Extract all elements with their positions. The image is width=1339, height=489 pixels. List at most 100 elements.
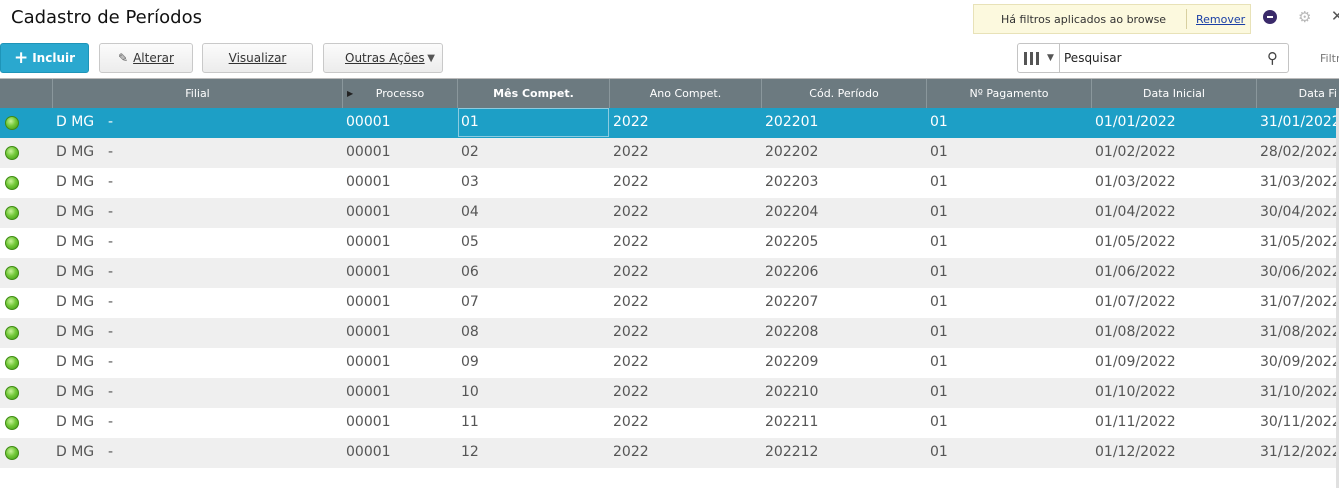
table-row[interactable]: D MG - 00001 10 2022 202210 01 01/10/2022 31/10/… [0,378,1339,408]
cell-filial: D MG [56,144,95,160]
cell-pagamento: 01 [930,324,948,340]
cell-sep: - [108,354,114,370]
status-dot-icon [5,446,19,460]
table-row[interactable]: D MG - 00001 05 2022 202205 01 01/05/2022 31/05/… [0,228,1339,258]
cell-cod: 202212 [765,444,819,460]
cell-pagamento: 01 [930,354,948,370]
header-n-pagamento[interactable]: Nº Pagamento [927,79,1092,108]
filter-label[interactable]: Filtr [1320,52,1339,65]
header-filial[interactable]: Filial [53,79,343,108]
cell-processo: 00001 [346,114,391,130]
close-icon[interactable]: ✕ [1331,7,1339,25]
header-mes-compet[interactable]: Mês Compet. [458,79,610,108]
sort-arrow-icon: ▶ [347,89,354,98]
cell-cod: 202205 [765,234,819,250]
cell-ano: 2022 [613,204,649,220]
cell-filial: D MG [56,174,95,190]
gear-icon[interactable]: ⚙ [1298,8,1311,26]
cell-cod: 202208 [765,324,819,340]
user-icon[interactable] [1263,10,1277,24]
cell-final: 31/10/2022 [1260,384,1339,400]
table-row[interactable]: D MG - 00001 08 2022 202208 01 01/08/2022 31/08/… [0,318,1339,348]
table-row[interactable]: D MG - 00001 11 2022 202211 01 01/11/2022 30/11/… [0,408,1339,438]
cell-processo: 00001 [346,414,391,430]
cell-mes: 09 [461,354,479,370]
status-dot-icon [5,296,19,310]
table-row[interactable]: D MG - 00001 03 2022 202203 01 01/03/2022 31/03/… [0,168,1339,198]
outras-acoes-button[interactable]: Outras Ações ▼ [323,43,443,73]
search-icon[interactable]: ⚲ [1267,49,1278,67]
cell-sep: - [108,234,114,250]
status-dot-icon [5,326,19,340]
cell-final: 31/12/2022 [1260,444,1339,460]
cell-mes: 05 [461,234,479,250]
cell-cod: 202204 [765,204,819,220]
chevron-down-icon: ▼ [427,53,435,64]
status-dot-icon [5,206,19,220]
cell-filial: D MG [56,294,95,310]
search-box: ▼ ⚲ [1017,43,1289,73]
cell-final: 31/03/2022 [1260,174,1339,190]
cell-inicial: 01/05/2022 [1095,234,1176,250]
status-dot-icon [5,116,19,130]
table-row[interactable]: D MG - 00001 04 2022 202204 01 01/04/2022 30/04/… [0,198,1339,228]
cell-sep: - [108,144,114,160]
alterar-button-label: Alterar [133,51,174,65]
cell-processo: 00001 [346,204,391,220]
chevron-down-icon[interactable]: ▼ [1047,53,1054,63]
cell-mes: 03 [461,174,479,190]
cell-final: 31/01/2022 [1260,114,1339,130]
cell-sep: - [108,294,114,310]
cell-cod: 202207 [765,294,819,310]
periods-grid: Filial Processo ▶ Mês Compet. Ano Compet… [0,78,1339,489]
cell-inicial: 01/04/2022 [1095,204,1176,220]
cell-pagamento: 01 [930,174,948,190]
cell-processo: 00001 [346,324,391,340]
cell-inicial: 01/07/2022 [1095,294,1176,310]
search-input[interactable] [1064,49,1259,67]
cell-cod: 202201 [765,114,819,130]
header-cod-periodo[interactable]: Cód. Período [762,79,927,108]
table-row[interactable]: D MG - 00001 07 2022 202207 01 01/07/2022 31/07/… [0,288,1339,318]
table-row[interactable]: D MG - 00001 01 2022 202201 01 01/01/2022 31/01/… [0,108,1339,138]
cell-mes: 11 [461,414,479,430]
cell-mes: 01 [461,114,479,130]
filter-notice: Há filtros aplicados ao browse Remover [973,4,1251,34]
cell-ano: 2022 [613,444,649,460]
cell-mes: 04 [461,204,479,220]
table-row[interactable]: D MG - 00001 06 2022 202206 01 01/06/2022 30/06/… [0,258,1339,288]
header-data-final[interactable]: Data Fi [1257,79,1339,108]
status-dot-icon [5,266,19,280]
status-dot-icon [5,146,19,160]
incluir-button[interactable]: + Incluir [0,43,89,73]
alterar-button[interactable]: ✎ Alterar [99,43,193,73]
cell-processo: 00001 [346,144,391,160]
cell-cod: 202206 [765,264,819,280]
columns-icon[interactable] [1024,52,1040,65]
filter-notice-message: Há filtros aplicados ao browse [1001,13,1167,26]
table-row[interactable]: D MG - 00001 09 2022 202209 01 01/09/2022 30/09/… [0,348,1339,378]
header-processo[interactable]: Processo [343,79,458,108]
cell-pagamento: 01 [930,414,948,430]
header-ano-compet[interactable]: Ano Compet. [610,79,762,108]
incluir-button-label: Incluir [32,51,76,65]
cell-processo: 00001 [346,384,391,400]
cell-filial: D MG [56,234,95,250]
table-row[interactable]: D MG - 00001 12 2022 202212 01 01/12/2022 31/12/… [0,438,1339,468]
cell-processo: 00001 [346,354,391,370]
header-status[interactable] [0,79,53,108]
table-row[interactable]: D MG - 00001 02 2022 202202 01 01/02/2022 28/02/… [0,138,1339,168]
cell-pagamento: 01 [930,144,948,160]
status-dot-icon [5,236,19,250]
remove-filter-link[interactable]: Remover [1196,13,1245,26]
visualizar-button[interactable]: Visualizar [202,43,313,73]
cell-filial: D MG [56,324,95,340]
header-data-inicial[interactable]: Data Inicial [1092,79,1257,108]
cell-cod: 202209 [765,354,819,370]
cell-inicial: 01/02/2022 [1095,144,1176,160]
cell-ano: 2022 [613,264,649,280]
cell-sep: - [108,174,114,190]
cell-ano: 2022 [613,354,649,370]
outras-acoes-label: Outras Ações [345,51,425,65]
status-dot-icon [5,356,19,370]
